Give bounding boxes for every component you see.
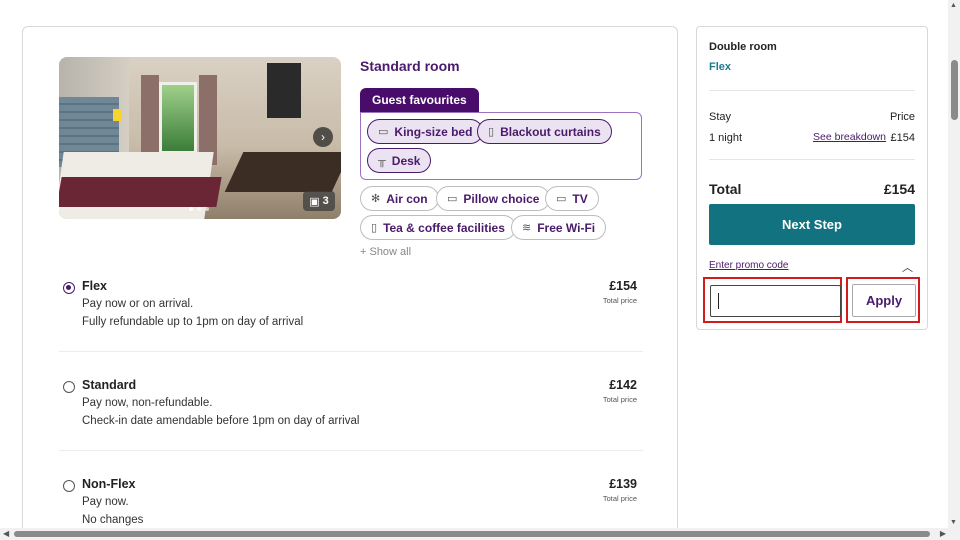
rate-price: £154 [609, 279, 637, 293]
scroll-left-icon[interactable]: ◀ [3, 529, 9, 538]
image-count: 3 [322, 195, 329, 207]
curtains-icon: ▯ [488, 126, 495, 138]
amenity-pillow-choice: ▭ Pillow choice [436, 186, 551, 211]
image-icon: ▣ [309, 195, 320, 208]
rate-price-label: Total price [602, 494, 637, 503]
rate-price-label: Total price [602, 395, 637, 404]
show-all-link[interactable]: + Show all [360, 246, 411, 258]
price-label: Price [889, 111, 915, 123]
total-amount: £154 [883, 181, 915, 197]
next-step-button[interactable]: Next Step [709, 204, 915, 245]
guest-favourites-tab: Guest favourites [360, 88, 479, 112]
scroll-down-icon[interactable]: ▼ [950, 519, 957, 526]
booking-summary: Double room Flex Stay Price 1 night See … [696, 26, 928, 330]
rate-description: Pay now or on arrival. [82, 298, 194, 310]
rate-price: £142 [609, 378, 637, 392]
vertical-scrollbar[interactable]: ▲ ▼ [948, 0, 960, 528]
rate-policy: No changes [82, 514, 144, 526]
divider [59, 351, 643, 352]
chevron-up-icon[interactable]: ︿ [902, 259, 913, 275]
wifi-icon: ≋ [522, 222, 532, 234]
rate-radio[interactable] [63, 381, 75, 393]
rate-description: Pay now, non-refundable. [82, 397, 213, 409]
room-photo[interactable]: › ▣ 3 [59, 57, 341, 219]
apply-button[interactable]: Apply [852, 284, 916, 317]
tv-icon: ▭ [556, 193, 567, 205]
bed-icon: ▭ [378, 126, 389, 138]
see-breakdown-link[interactable]: See breakdown [813, 131, 886, 143]
rate-name: Standard [82, 378, 137, 392]
rate-name: Flex [82, 279, 108, 293]
rate-policy: Check-in date amendable before 1pm on da… [82, 415, 360, 427]
summary-room: Double room [709, 41, 777, 53]
vertical-scroll-thumb[interactable] [951, 60, 958, 120]
nights-value: 1 night [709, 132, 743, 144]
scroll-right-icon[interactable]: ▶ [940, 529, 946, 538]
total-label: Total [709, 181, 742, 197]
rate-radio[interactable] [63, 480, 75, 492]
divider [59, 450, 643, 451]
amenity-free-wifi: ≋ Free Wi-Fi [511, 215, 607, 240]
cup-icon: ▯ [371, 222, 378, 234]
rate-price: £139 [609, 477, 637, 491]
page: › ▣ 3 Standard room Guest favourites ▭ K… [0, 0, 948, 528]
enter-promo-code-link[interactable]: Enter promo code [709, 260, 789, 271]
promo-input-highlight [703, 277, 842, 323]
horizontal-scrollbar[interactable]: ◀ ▶ [0, 528, 960, 540]
rate-radio[interactable] [63, 282, 75, 294]
horizontal-scroll-thumb[interactable] [14, 531, 930, 537]
amenity-blackout-curtains: ▯ Blackout curtains [477, 119, 612, 144]
next-image-arrow-icon[interactable]: › [313, 127, 333, 147]
promo-code-input[interactable] [710, 285, 841, 317]
divider [709, 159, 915, 160]
text-cursor [718, 293, 719, 309]
apply-button-highlight: Apply [846, 277, 920, 323]
stay-label: Stay [709, 111, 732, 123]
rate-description: Pay now. [82, 496, 129, 508]
amenity-tv: ▭ TV [545, 186, 599, 211]
rate-policy: Fully refundable up to 1pm on day of arr… [82, 316, 304, 328]
amenity-tea-coffee: ▯ Tea & coffee facilities [360, 215, 516, 240]
amenity-desk: ╥ Desk [367, 148, 432, 173]
room-title: Standard room [360, 58, 460, 74]
summary-rate: Flex [709, 61, 732, 73]
desk-icon: ╥ [378, 154, 386, 167]
rate-name: Non-Flex [82, 477, 136, 491]
image-count-badge[interactable]: ▣ 3 [303, 191, 335, 211]
stay-amount: £154 [890, 132, 915, 144]
pillow-icon: ▭ [447, 193, 458, 205]
amenity-king-size-bed: ▭ King-size bed [367, 119, 484, 144]
scroll-up-icon[interactable]: ▲ [950, 2, 957, 9]
amenity-air-con: ✻ Air con [360, 186, 439, 211]
snowflake-icon: ✻ [371, 193, 381, 205]
carousel-dots [189, 207, 209, 211]
room-card: › ▣ 3 Standard room Guest favourites ▭ K… [22, 26, 678, 528]
rate-price-label: Total price [602, 296, 637, 305]
divider [709, 90, 915, 91]
